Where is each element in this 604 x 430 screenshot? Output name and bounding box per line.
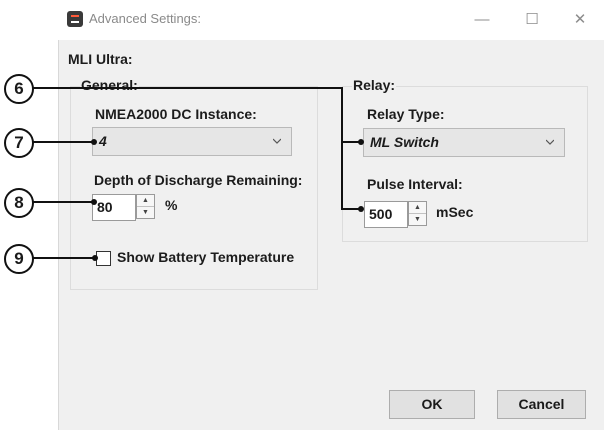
callout-7-leader-line [32, 141, 94, 143]
nmea-instance-value: 4 [99, 133, 107, 149]
callout-9-leader-line [32, 257, 96, 259]
chevron-down-icon [273, 138, 281, 144]
callout-9: 9 [4, 244, 34, 274]
callout-6-leader-line [32, 87, 342, 89]
window-title: Advanced Settings: [89, 11, 202, 26]
minimize-icon[interactable]: — [470, 10, 494, 30]
pulse-interval-label: Pulse Interval: [367, 176, 463, 192]
callout-6-dot-2 [358, 206, 364, 212]
spin-down-icon[interactable]: ▼ [409, 214, 426, 225]
pulse-interval-unit: mSec [436, 204, 474, 220]
callout-8-leader-line [32, 201, 94, 203]
relay-type-value: ML Switch [370, 134, 439, 150]
dod-value: 80 [97, 199, 113, 215]
show-temp-label[interactable]: Show Battery Temperature [117, 249, 294, 265]
callout-6: 6 [4, 74, 34, 104]
spin-up-icon[interactable]: ▲ [137, 195, 154, 207]
ok-button[interactable]: OK [389, 390, 475, 419]
relay-type-dropdown[interactable]: ML Switch [363, 128, 565, 157]
maximize-icon[interactable]: ☐ [520, 10, 544, 30]
general-group-label: General: [80, 77, 139, 93]
callout-6-leader-line-vertical [341, 87, 343, 142]
callout-8-dot [91, 199, 97, 205]
relay-type-label: Relay Type: [367, 106, 445, 122]
callout-6-leader-line-vertical-2 [341, 141, 343, 209]
close-icon[interactable]: ✕ [568, 10, 592, 30]
dod-label: Depth of Discharge Remaining: [94, 172, 303, 188]
dod-spinner[interactable]: ▲ ▼ [136, 194, 155, 219]
pulse-interval-spinner[interactable]: ▲ ▼ [408, 201, 427, 226]
callout-6-dot [358, 139, 364, 145]
callout-7-dot [91, 139, 97, 145]
nmea-instance-label: NMEA2000 DC Instance: [95, 106, 257, 122]
dod-input[interactable]: 80 [92, 194, 136, 221]
nmea-instance-dropdown[interactable]: 4 [92, 127, 292, 156]
chevron-down-icon [546, 139, 554, 145]
pulse-interval-value: 500 [369, 206, 393, 222]
callout-8: 8 [4, 188, 34, 218]
relay-group-label: Relay: [352, 77, 397, 93]
pulse-interval-input[interactable]: 500 [364, 201, 408, 228]
cancel-button[interactable]: Cancel [497, 390, 586, 419]
show-temp-checkbox[interactable] [96, 251, 111, 266]
spin-down-icon[interactable]: ▼ [137, 207, 154, 218]
app-logo-icon [67, 11, 83, 27]
device-label: MLI Ultra: [68, 51, 133, 67]
dod-unit: % [165, 197, 178, 213]
callout-9-dot [92, 255, 98, 261]
callout-7: 7 [4, 128, 34, 158]
spin-up-icon[interactable]: ▲ [409, 202, 426, 214]
